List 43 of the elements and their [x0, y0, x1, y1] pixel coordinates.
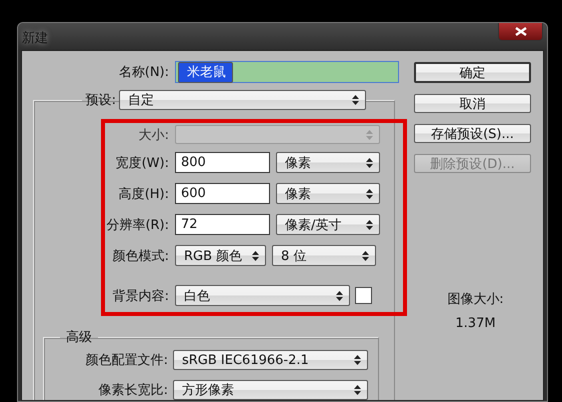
field-label: 高度(H):	[118, 186, 169, 202]
color-swatch[interactable]	[355, 287, 372, 304]
background-dropdown[interactable]: 白色	[175, 285, 350, 306]
dropdown-arrows-icon	[352, 95, 359, 105]
image-size-label: 图像大小:	[447, 291, 504, 308]
preset-dropdown[interactable]: 自定	[119, 90, 366, 110]
dialog-button[interactable]: 确定	[414, 62, 531, 83]
unit-dropdown[interactable]: 像素	[276, 183, 380, 204]
dropdown-arrows-icon	[354, 355, 361, 365]
dropdown-arrows-icon	[366, 130, 373, 140]
field-label: 颜色配置文件:	[84, 352, 168, 369]
field-label: 宽度(W):	[114, 154, 169, 172]
number-field[interactable]: 600	[175, 183, 270, 204]
dropdown-arrows-icon	[252, 250, 259, 260]
name-field[interactable]: 米老鼠	[175, 61, 399, 83]
dropdown[interactable]: sRGB IEC61966-2.1	[173, 350, 368, 370]
dropdown-arrows-icon	[366, 220, 373, 230]
field-label: 预设:	[84, 92, 116, 109]
unit-dropdown[interactable]: 像素/英寸	[276, 214, 380, 235]
dropdown-arrows-icon	[336, 290, 343, 300]
close-icon	[514, 27, 526, 36]
unit-dropdown[interactable]: 像素	[276, 152, 380, 173]
field-label: 颜色模式:	[112, 248, 169, 264]
number-field[interactable]: 800	[175, 152, 270, 173]
dropdown-arrows-icon	[366, 188, 373, 198]
number-field[interactable]: 72	[175, 214, 270, 235]
close-button[interactable]	[498, 23, 543, 41]
image-size-value: 1.37M	[455, 316, 496, 331]
field-label: 大小:	[138, 126, 169, 144]
color-mode-dropdown[interactable]: RGB 颜色	[175, 245, 266, 266]
dropdown-arrows-icon	[366, 158, 373, 168]
field-value: 米老鼠	[178, 62, 233, 82]
dropdown-arrows-icon	[362, 250, 369, 260]
field-label: 分辨率(R):	[105, 216, 169, 234]
field-label: 背景内容:	[112, 288, 169, 304]
dropdown-arrows-icon	[354, 385, 361, 395]
field-label: 名称(N):	[118, 64, 169, 81]
dialog-button[interactable]: 存储预设(S)...	[414, 124, 531, 143]
dropdown[interactable]: 方形像素	[173, 380, 368, 400]
field-label: 像素长宽比:	[98, 382, 168, 399]
dialog-button[interactable]: 取消	[414, 94, 531, 113]
group-title: 高级	[65, 329, 93, 346]
bit-depth-dropdown[interactable]: 8 位	[272, 245, 376, 266]
